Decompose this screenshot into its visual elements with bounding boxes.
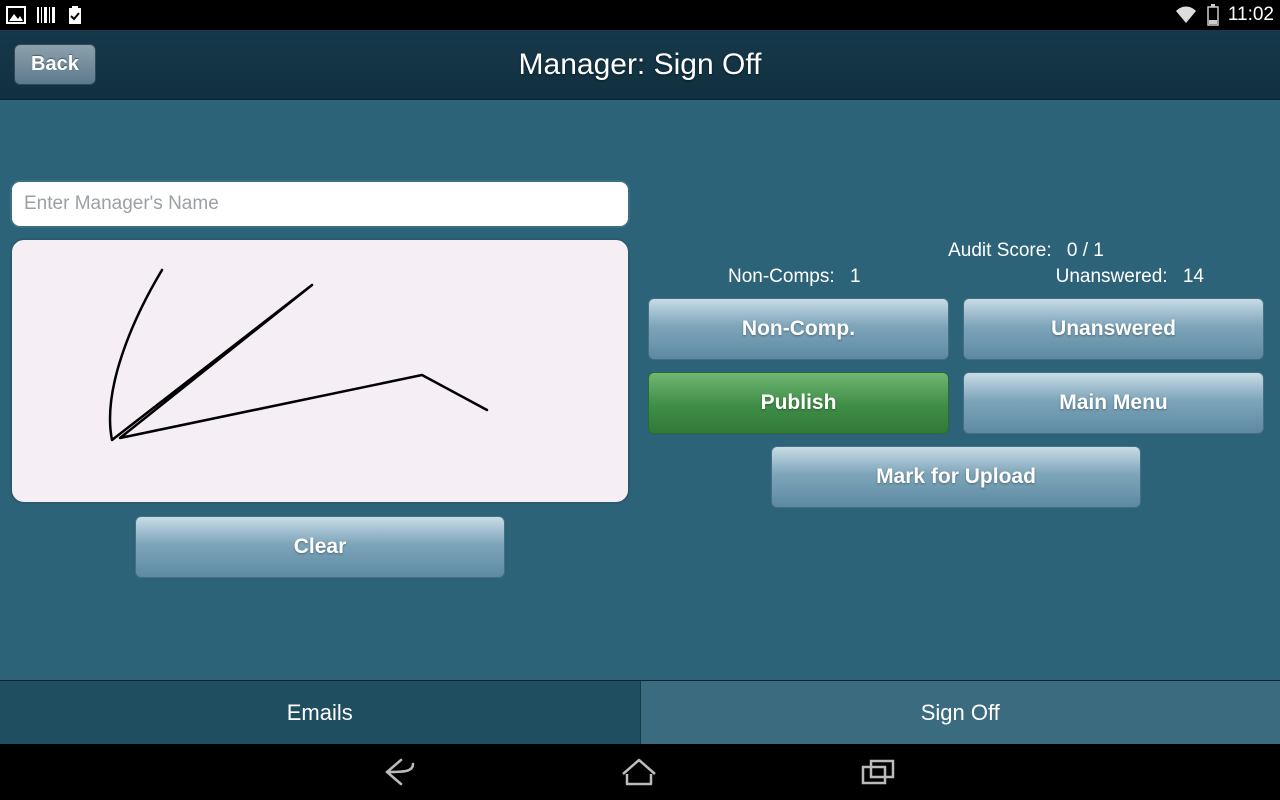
mark-for-upload-button[interactable]: Mark for Upload	[771, 446, 1141, 508]
content-area: Clear Audit Score: 0 / 1 Non-Comps: 1 Un…	[0, 100, 1280, 680]
status-time: 11:02	[1228, 4, 1274, 26]
noncomp-button[interactable]: Non-Comp.	[648, 298, 949, 360]
clear-button[interactable]: Clear	[135, 516, 505, 578]
noncomps-value: 1	[850, 266, 861, 287]
unanswered-button[interactable]: Unanswered	[963, 298, 1264, 360]
unanswered-value: 14	[1183, 266, 1204, 287]
android-nav-bar	[0, 744, 1280, 800]
stats-block: Audit Score: 0 / 1 Non-Comps: 1 Unanswer…	[648, 240, 1264, 288]
nav-home-icon[interactable]	[619, 756, 659, 788]
tab-signoff[interactable]: Sign Off	[641, 681, 1280, 744]
nav-recent-icon[interactable]	[859, 757, 897, 787]
barcode-icon	[36, 6, 56, 24]
battery-icon	[1206, 4, 1220, 26]
page-title: Manager: Sign Off	[0, 48, 1280, 82]
publish-button[interactable]: Publish	[648, 372, 949, 434]
picture-icon	[6, 6, 26, 24]
main-menu-button[interactable]: Main Menu	[963, 372, 1264, 434]
wifi-icon	[1174, 5, 1198, 25]
audit-score-label: Audit Score:	[948, 240, 1052, 261]
tab-emails[interactable]: Emails	[0, 681, 641, 744]
app-header: Back Manager: Sign Off	[0, 30, 1280, 100]
signature-pane: Clear	[0, 100, 640, 680]
signature-pad[interactable]	[10, 238, 630, 504]
unanswered-label: Unanswered:	[1056, 266, 1168, 287]
bottom-tab-bar: Emails Sign Off	[0, 680, 1280, 744]
noncomps-label: Non-Comps:	[728, 266, 835, 287]
clipboard-check-icon	[66, 5, 84, 25]
actions-pane: Audit Score: 0 / 1 Non-Comps: 1 Unanswer…	[640, 100, 1280, 680]
android-status-bar: 11:02	[0, 0, 1280, 30]
nav-back-icon[interactable]	[383, 756, 419, 788]
audit-score-value: 0 / 1	[1067, 240, 1104, 261]
back-button[interactable]: Back	[14, 44, 96, 85]
manager-name-input[interactable]	[10, 180, 630, 228]
